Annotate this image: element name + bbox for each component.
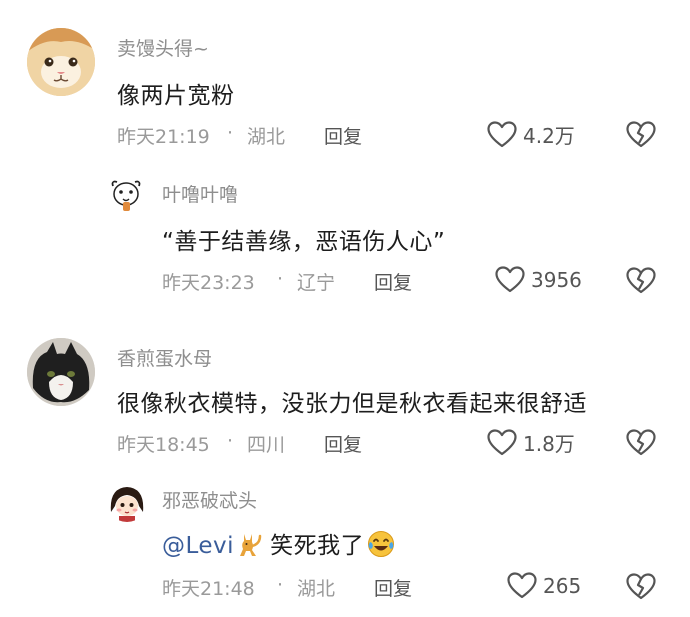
comment-3: 香煎蛋水母 很像秋衣模特，没张力但是秋衣看起来很舒适 昨天18:45 · 四川 … [0, 310, 690, 470]
comment-time: 昨天18:45 [117, 434, 210, 456]
dislike-button[interactable] [626, 573, 656, 604]
broken-heart-icon [626, 267, 656, 294]
cartoon-girl-avatar[interactable] [107, 482, 147, 522]
like-button[interactable]: 1.8万 [487, 428, 575, 457]
like-count: 1.8万 [523, 432, 575, 456]
reply-button[interactable]: 回复 [374, 268, 412, 295]
meta-separator: · [227, 122, 234, 144]
black-white-cat-icon [27, 338, 95, 406]
dog-doodle-icon [107, 176, 145, 214]
like-count: 265 [543, 573, 582, 598]
cat-emoji-icon [236, 530, 264, 564]
comment-2: 叶噜叶噜 “善于结善缘，恶语伤人心” 昨天23:23 · 辽宁 回复 3956 [0, 160, 690, 310]
comment-username[interactable]: 邪恶破忒头 [162, 486, 257, 513]
comment-username[interactable]: 卖馒头得~ [117, 34, 209, 61]
comment-location: 四川 [247, 434, 286, 456]
like-button[interactable]: 265 [507, 572, 581, 599]
comment-time: 昨天23:23 [162, 272, 255, 294]
heart-icon [487, 121, 517, 148]
comment-username[interactable]: 叶噜叶噜 [162, 180, 238, 207]
comment-time: 昨天21:48 [162, 578, 255, 600]
comment-1: 卖馒头得~ 像两片宽粉 昨天21:19 · 湖北 回复 4.2万 [0, 0, 690, 160]
heart-icon [495, 266, 525, 293]
cartoon-girl-icon [107, 482, 147, 522]
like-button[interactable]: 4.2万 [487, 120, 575, 149]
comment-text-line: @Levi 笑死我了 [162, 526, 396, 565]
reply-button[interactable]: 回复 [374, 574, 412, 601]
broken-heart-icon [626, 429, 656, 456]
like-count: 3956 [531, 267, 582, 292]
heart-icon [507, 572, 537, 599]
comment-text: 像两片宽粉 [117, 83, 235, 109]
comment-location: 湖北 [297, 578, 336, 600]
laughing-tears-emoji-icon [366, 529, 396, 565]
comment-time: 昨天21:19 [117, 126, 210, 148]
dislike-button[interactable] [626, 267, 656, 298]
dislike-button[interactable] [626, 121, 656, 152]
dog-doodle-avatar[interactable] [107, 176, 145, 214]
reply-button[interactable]: 回复 [324, 430, 362, 457]
comment-location: 辽宁 [297, 272, 336, 294]
meta-separator: · [227, 430, 234, 452]
reply-button[interactable]: 回复 [324, 122, 362, 149]
like-count: 4.2万 [523, 124, 575, 148]
mention-link[interactable]: @Levi [162, 533, 234, 559]
cat-face-avatar[interactable] [27, 28, 95, 96]
comment-text: “善于结善缘，恶语伤人心” [162, 229, 446, 255]
black-white-cat-avatar[interactable] [27, 338, 95, 406]
dislike-button[interactable] [626, 429, 656, 460]
comment-text: 很像秋衣模特，没张力但是秋衣看起来很舒适 [117, 391, 587, 417]
heart-icon [487, 429, 517, 456]
like-button[interactable]: 3956 [495, 266, 582, 293]
broken-heart-icon [626, 573, 656, 600]
comment-text: 笑死我了 [270, 533, 365, 559]
broken-heart-icon [626, 121, 656, 148]
comment-location: 湖北 [247, 126, 286, 148]
comment-username[interactable]: 香煎蛋水母 [117, 344, 212, 371]
comment-4: 邪恶破忒头 @Levi 笑死我了 昨天21:48 · 湖北 回复 265 [0, 468, 690, 617]
meta-separator: · [277, 574, 284, 596]
cat-face-icon [27, 28, 95, 96]
meta-separator: · [277, 268, 284, 290]
